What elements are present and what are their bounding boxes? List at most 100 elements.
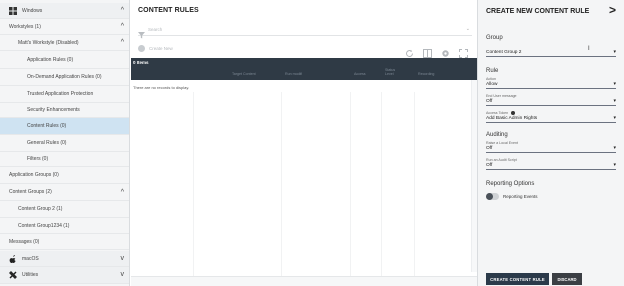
- sidebar-item-label: macOS: [22, 255, 39, 262]
- run-audit-value: Off: [486, 163, 493, 168]
- column-recording[interactable]: Recording: [418, 72, 434, 76]
- reporting-events-toggle[interactable]: [486, 193, 499, 200]
- sidebar-item-label: Utilities: [22, 272, 39, 278]
- expand-icon[interactable]: [459, 45, 468, 58]
- grid-header: 0 Items Target Content Run modifi Access…: [131, 58, 477, 80]
- column-target-content[interactable]: Target Content: [232, 72, 256, 76]
- sidebar-item-label: Windows: [22, 7, 43, 14]
- panel-title: CREATE NEW CONTENT RULE: [486, 8, 590, 15]
- group-select[interactable]: Content Group 2 ▾: [486, 48, 616, 57]
- group-heading: Group: [486, 35, 503, 41]
- content-rules-main: CONTENT RULES Search ⌄ Create New 0 Item…: [131, 0, 477, 286]
- windows-icon: [9, 6, 17, 15]
- refresh-icon[interactable]: [405, 45, 414, 57]
- create-new-label: Create New: [149, 46, 173, 51]
- create-new-button[interactable]: Create New: [138, 45, 173, 52]
- sidebar-item-content-group1234[interactable]: Content Group1234 (1): [0, 218, 129, 234]
- sidebar-item-filters[interactable]: Filters (0): [0, 152, 129, 167]
- sidebar-item-label: Application Rules (0): [27, 57, 74, 63]
- create-content-rule-button[interactable]: CREATE CONTENT RULE: [486, 273, 549, 285]
- end-user-message-select[interactable]: Off ▾: [486, 98, 616, 106]
- create-rule-panel: CREATE NEW CONTENT RULE > Group Content …: [477, 0, 624, 286]
- access-token-value: Add Basic Admin Rights: [486, 116, 538, 121]
- chevron-up-icon[interactable]: ^: [121, 22, 124, 31]
- sidebar-item-content-group-2[interactable]: Content Group 2 (1): [0, 201, 129, 218]
- tools-icon: [9, 271, 17, 279]
- sidebar-item-label: Trusted Application Protection: [27, 91, 94, 97]
- sidebar-item-matts-workstyle[interactable]: Matt's Workstyle (Disabled) ^: [0, 35, 129, 51]
- rule-heading: Rule: [486, 68, 499, 74]
- sidebar-item-label: Security Enhancements: [27, 107, 80, 113]
- sidebar-item-application-groups[interactable]: Application Groups (0): [0, 167, 129, 184]
- sidebar-item-trusted-app-protection[interactable]: Trusted Application Protection: [0, 86, 129, 103]
- grid-toolbar: Create New: [138, 44, 472, 58]
- raise-event-select[interactable]: Off ▾: [486, 145, 616, 153]
- sidebar-nav: Windows ^ Workstyles (1) ^ Matt's Workst…: [0, 0, 130, 286]
- column-run-modifi[interactable]: Run modifi: [285, 72, 302, 76]
- sidebar-item-label: Content Group1234 (1): [18, 222, 70, 229]
- group-value: Content Group 2: [486, 50, 522, 55]
- dropdown-arrow-icon: ▾: [613, 49, 616, 55]
- sidebar-item-label: Application Groups (0): [9, 172, 59, 178]
- sidebar-item-content-groups[interactable]: Content Groups (2) ^: [0, 184, 129, 201]
- dropdown-arrow-icon: ▾: [613, 115, 616, 121]
- sidebar-item-label: General Rules (0): [27, 140, 67, 146]
- grid-pager: [131, 276, 477, 286]
- action-select[interactable]: Allow ▾: [486, 81, 616, 89]
- sidebar-item-application-rules[interactable]: Application Rules (0): [0, 52, 129, 69]
- add-icon: [138, 45, 145, 52]
- grid-divider: [281, 92, 282, 276]
- columns-icon[interactable]: [423, 45, 432, 58]
- sidebar-item-macos[interactable]: macOS v: [0, 251, 129, 267]
- sidebar-item-workstyles[interactable]: Workstyles (1) ^: [0, 19, 129, 35]
- dropdown-arrow-icon: ▾: [613, 98, 616, 104]
- sidebar-item-label: Content Groups (2): [9, 189, 52, 195]
- sidebar-item-on-demand-rules[interactable]: On-Demand Application Rules (0): [0, 69, 129, 86]
- empty-grid-message: There are no records to display.: [133, 85, 190, 90]
- settings-icon[interactable]: [441, 45, 450, 57]
- reporting-events-label: Reporting Events: [503, 194, 538, 199]
- grid-divider: [193, 92, 194, 276]
- sidebar-item-security-enhancements[interactable]: Security Enhancements: [0, 103, 129, 118]
- sidebar-item-messages[interactable]: Messages (0): [0, 234, 129, 250]
- filter-bar[interactable]: Search ⌄: [138, 25, 472, 39]
- filter-input[interactable]: Search: [148, 27, 162, 32]
- sidebar-item-label: Filters (0): [27, 156, 49, 162]
- page-title: CONTENT RULES: [138, 7, 199, 14]
- chevron-down-icon[interactable]: ⌄: [466, 26, 470, 32]
- chevron-up-icon[interactable]: ^: [121, 188, 124, 197]
- apple-icon: [9, 254, 17, 263]
- run-audit-select[interactable]: Off ▾: [486, 162, 616, 170]
- toggle-knob: [486, 193, 493, 200]
- sidebar-item-utilities[interactable]: Utilities v: [0, 267, 129, 284]
- sidebar-item-label: Messages (0): [9, 238, 40, 245]
- filter-icon[interactable]: [138, 26, 145, 44]
- sidebar-item-label: Workstyles (1): [9, 23, 41, 30]
- access-token-select[interactable]: Add Basic Admin Rights ▾: [486, 115, 616, 123]
- column-status-level[interactable]: Status Level: [385, 68, 401, 76]
- sidebar-item-label: On-Demand Application Rules (0): [27, 74, 102, 80]
- sidebar-item-general-rules[interactable]: General Rules (0): [0, 135, 129, 152]
- chevron-up-icon[interactable]: ^: [121, 6, 124, 15]
- sidebar-item-content-rules[interactable]: Content Rules (0): [0, 118, 129, 135]
- discard-button[interactable]: DISCARD: [552, 273, 582, 285]
- end-user-message-value: Off: [486, 99, 493, 104]
- sidebar-item-label: Matt's Workstyle (Disabled): [18, 39, 79, 46]
- text-cursor-icon: I: [588, 46, 590, 52]
- reporting-heading: Reporting Options: [486, 181, 535, 187]
- dropdown-arrow-icon: ▾: [613, 162, 616, 168]
- sidebar-item-windows[interactable]: Windows ^: [0, 3, 129, 19]
- close-panel-chevron-icon[interactable]: >: [609, 3, 616, 17]
- action-value: Allow: [486, 82, 498, 87]
- chevron-down-icon[interactable]: v: [121, 254, 125, 263]
- toolbar-icons: [405, 45, 468, 58]
- column-access[interactable]: Access: [354, 72, 366, 76]
- grid-divider: [414, 92, 415, 276]
- sidebar-item-label: Content Rules (0): [27, 123, 67, 129]
- dropdown-arrow-icon: ▾: [613, 81, 616, 87]
- grid-divider: [381, 92, 382, 276]
- grid-divider: [350, 92, 351, 276]
- sidebar-item-label: Content Group 2 (1): [18, 206, 63, 212]
- chevron-down-icon[interactable]: v: [121, 270, 125, 279]
- chevron-up-icon[interactable]: ^: [121, 38, 124, 47]
